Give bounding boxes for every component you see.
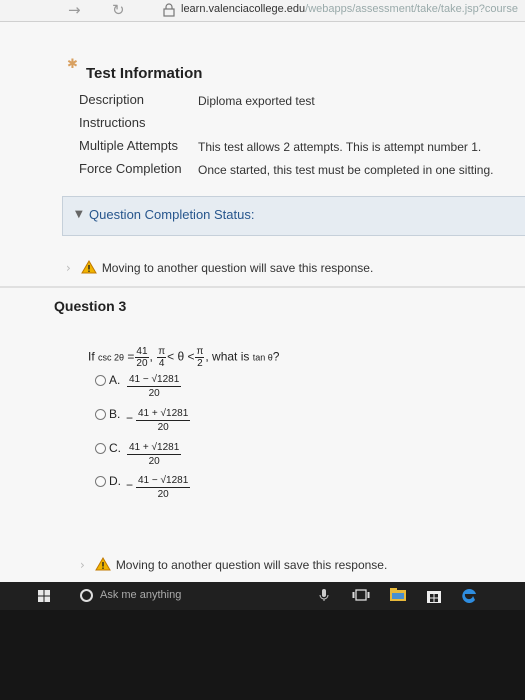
- q-frac2-num: π: [157, 346, 167, 358]
- choice-d-fraction: 41 − √1281 20: [136, 474, 191, 501]
- q-prefix: If: [88, 349, 95, 364]
- divider: [0, 286, 525, 288]
- q-qmark: ?: [272, 349, 280, 364]
- q-eq: =: [127, 349, 135, 364]
- q-frac1-den: 20: [136, 358, 148, 369]
- star-icon: ✱: [67, 56, 78, 71]
- description-value: Diploma exported test: [198, 94, 315, 108]
- question-text: If csc 2θ = 41 20, π 4 < θ < π 2, what is tan …: [88, 346, 279, 369]
- choice-b-num: 41 + √1281: [136, 408, 191, 421]
- multiple-attempts-value: This test allows 2 attempts. This is att…: [198, 140, 482, 154]
- store-icon[interactable]: [426, 588, 442, 603]
- choice-b-fraction: 41 + √1281 20: [136, 407, 191, 434]
- choice-c-fraction: 41 + √1281 20: [127, 441, 182, 468]
- q-comma: ,: [149, 349, 153, 364]
- instructions-label: Instructions: [79, 115, 146, 130]
- q-frac3-den: 2: [197, 358, 203, 369]
- question-completion-status-link[interactable]: Question Completion Status:: [89, 207, 254, 222]
- radio-choice-a[interactable]: [95, 375, 106, 386]
- edge-browser-icon[interactable]: [460, 588, 478, 606]
- question-completion-status[interactable]: ▼ Question Completion Status:: [62, 196, 525, 236]
- description-label: Description: [79, 92, 145, 107]
- choice-a-fraction: 41 − √1281 20: [127, 373, 182, 400]
- answer-choice-d[interactable]: D. − 41 − √1281 20: [95, 473, 215, 505]
- screen-bezel: [0, 610, 525, 700]
- choice-d-sign: −: [126, 478, 134, 492]
- q-frac1-num: 41: [135, 346, 149, 358]
- choice-b-den: 20: [157, 422, 169, 433]
- radio-choice-d[interactable]: [95, 476, 106, 487]
- task-view-icon[interactable]: [352, 588, 370, 602]
- warning-icon: [94, 557, 111, 571]
- q-func: csc 2θ: [98, 352, 125, 363]
- save-notice-text-bottom: Moving to another question will save thi…: [115, 558, 388, 572]
- q-frac2-den: 4: [158, 358, 165, 369]
- choice-c-den: 20: [148, 456, 160, 467]
- lock-icon: [163, 3, 175, 17]
- q-lt: < θ <: [167, 349, 195, 364]
- multiple-attempts-label: Multiple Attempts: [79, 138, 178, 153]
- assessment-page: ✱ Test Information Description Diploma e…: [0, 22, 525, 582]
- url-path: /webapps/assessment/take/take.jsp?course: [305, 3, 518, 15]
- microphone-icon[interactable]: [318, 588, 330, 602]
- cortana-icon[interactable]: [80, 589, 93, 602]
- choice-d-letter: D.: [109, 474, 121, 488]
- choice-d-den: 20: [157, 489, 169, 500]
- radio-choice-c[interactable]: [95, 443, 106, 454]
- choice-c-num: 41 + √1281: [127, 442, 182, 455]
- choice-a-den: 20: [148, 388, 160, 399]
- choice-b-sign: −: [126, 411, 134, 425]
- q-suffix: , what is: [205, 349, 250, 364]
- refresh-icon[interactable]: ↻: [112, 1, 125, 19]
- q-fraction-2: π4: [157, 346, 167, 369]
- save-notice-text: Moving to another question will save thi…: [101, 261, 374, 275]
- chevron-right-icon: ›: [80, 558, 85, 572]
- warning-icon: [80, 260, 97, 274]
- choice-a-letter: A.: [109, 373, 121, 387]
- taskbar-search-input[interactable]: Ask me anything: [100, 589, 181, 601]
- taskbar: Ask me anything: [0, 582, 525, 610]
- choice-c-letter: C.: [109, 441, 121, 455]
- q-frac3-num: π: [195, 346, 205, 358]
- force-completion-value: Once started, this test must be complete…: [198, 163, 494, 177]
- answer-choice-b[interactable]: B. − 41 + √1281 20: [95, 406, 215, 438]
- test-information-heading: Test Information: [86, 65, 203, 82]
- forward-arrow-icon[interactable]: →: [68, 1, 81, 19]
- save-notice-bottom: › Moving to another question will save th…: [80, 557, 387, 572]
- answer-choice-c[interactable]: C. 41 + √1281 20: [95, 440, 215, 472]
- windows-start-icon[interactable]: [38, 590, 50, 602]
- q-ask-fn: tan θ: [252, 352, 273, 363]
- q-fraction-3: π2: [195, 346, 205, 369]
- q-fraction-1: 41 20: [135, 346, 149, 369]
- url-domain: learn.valenciacollege.edu: [181, 3, 306, 15]
- answer-choice-a[interactable]: A. 41 − √1281 20: [95, 372, 215, 404]
- radio-choice-b[interactable]: [95, 409, 106, 420]
- chevron-right-icon: ›: [66, 261, 71, 275]
- file-explorer-icon[interactable]: [390, 588, 406, 602]
- address-bar[interactable]: learn.valenciacollege.edu/webapps/assess…: [181, 3, 518, 15]
- force-completion-label: Force Completion: [79, 161, 182, 176]
- choice-a-num: 41 − √1281: [127, 374, 182, 387]
- browser-toolbar: → ↻ learn.valenciacollege.edu/webapps/as…: [0, 0, 525, 22]
- question-title: Question 3: [54, 298, 127, 314]
- chevron-down-icon[interactable]: ▼: [75, 209, 83, 220]
- choice-d-num: 41 − √1281: [136, 475, 191, 488]
- choice-b-letter: B.: [109, 407, 121, 421]
- save-notice-top: › Moving to another question will save th…: [66, 260, 373, 275]
